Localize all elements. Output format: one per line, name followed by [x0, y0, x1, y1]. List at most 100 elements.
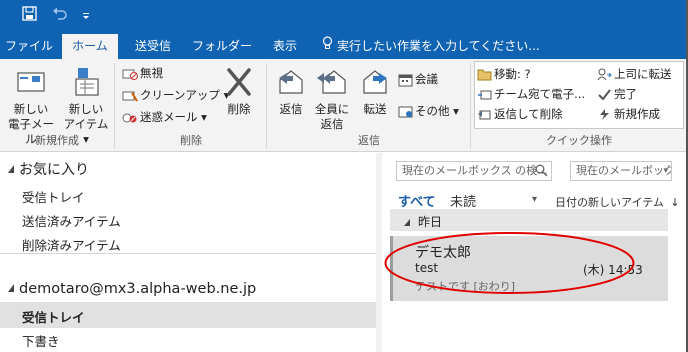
favorites-title: お気に入り	[19, 162, 89, 178]
cleanup-icon	[122, 88, 140, 102]
tell-me-placeholder: 実行したい作業を入力してください...	[337, 39, 540, 53]
quick-step-done[interactable]: 完了	[597, 86, 637, 102]
group-separator	[114, 63, 115, 149]
favorite-sent-items[interactable]: 送信済みアイテム	[22, 211, 121, 230]
chevron-down-icon: ▾	[663, 166, 668, 176]
quick-step-create-new-label: 新規作成	[614, 107, 660, 121]
group-label-new: 新規作成	[35, 134, 79, 147]
reply-all-button[interactable]: 全員に 返信	[310, 66, 354, 132]
search-placeholder: 現在のメールボックス の検...	[402, 164, 548, 177]
date-group-header[interactable]: 昨日	[390, 209, 668, 231]
tab-view[interactable]: 表示	[264, 34, 306, 59]
account-header[interactable]: demotaro@mx3.alpha-web.ne.jp	[8, 281, 256, 297]
sort-arrow-icon: ↓	[670, 196, 680, 209]
collapse-triangle-icon	[404, 216, 411, 230]
more-respond-icon	[398, 104, 415, 118]
junk-label: 迷惑メール ▾	[140, 110, 207, 124]
favorite-inbox[interactable]: 受信トレイ	[22, 187, 85, 206]
message-list: 現在のメールボックス の検... 現在のメールボックス ▾ すべて 未読 ▾ 日…	[384, 153, 688, 352]
forward-icon	[356, 66, 394, 102]
delete-label: 削除	[227, 102, 251, 116]
quick-step-reply-delete-label: 返信して削除	[494, 107, 563, 121]
reply-all-label-2: 返信	[320, 117, 344, 131]
meeting-button[interactable]: 会議	[398, 71, 438, 87]
new-email-label-1: 新しい	[13, 102, 49, 116]
quick-step-reply-delete[interactable]: 返信して削除	[477, 106, 563, 122]
tab-home[interactable]: ホーム	[62, 34, 118, 59]
save-icon[interactable]	[22, 6, 37, 25]
meeting-label: 会議	[415, 72, 438, 86]
folder-move-icon	[477, 67, 494, 81]
checkmark-icon	[597, 87, 614, 101]
filter-dropdown-icon[interactable]: ▾	[532, 194, 537, 205]
forward-button[interactable]: 転送	[356, 66, 394, 117]
highlight-ellipse	[384, 232, 635, 294]
tab-folder[interactable]: フォルダー	[189, 34, 255, 59]
quick-step-create-new[interactable]: 新規作成	[597, 106, 660, 122]
group-label-respond: 返信	[358, 134, 380, 147]
quick-step-team-email[interactable]: チーム宛て電子...	[477, 86, 585, 102]
tab-file[interactable]: ファイル	[4, 34, 54, 59]
title-bar	[0, 0, 688, 34]
delete-icon	[219, 66, 259, 102]
favorites-header[interactable]: お気に入り	[8, 159, 89, 179]
group-separator	[266, 63, 267, 149]
filter-all[interactable]: すべて	[398, 191, 436, 210]
lightbulb-icon	[322, 34, 333, 59]
quick-step-done-label: 完了	[614, 87, 637, 101]
junk-icon	[122, 110, 140, 124]
account-drafts[interactable]: 下書き	[22, 331, 60, 350]
divider	[0, 253, 376, 254]
lightning-icon	[597, 107, 614, 121]
group-label-quick-steps: クイック操作	[546, 134, 612, 147]
folder-pane-scrollbar[interactable]	[376, 153, 382, 352]
new-items-label-1: 新しい	[68, 102, 104, 116]
forward-label: 転送	[363, 102, 387, 116]
cleanup-button[interactable]: クリーンアップ ▾	[122, 87, 229, 103]
collapse-triangle-icon	[8, 162, 15, 178]
quick-step-team-email-label: チーム宛て電子...	[494, 87, 586, 101]
search-input[interactable]: 現在のメールボックス の検...	[396, 161, 552, 181]
delete-button[interactable]: 削除	[219, 66, 259, 117]
ignore-icon	[122, 66, 140, 80]
collapse-triangle-icon	[8, 281, 15, 297]
group-separator	[470, 63, 471, 149]
cleanup-label: クリーンアップ ▾	[140, 88, 230, 102]
calendar-icon	[398, 72, 415, 86]
tab-send-receive[interactable]: 送受信	[127, 34, 179, 59]
reply-all-icon	[310, 66, 354, 102]
reply-button[interactable]: 返信	[272, 66, 310, 117]
sort-dropdown[interactable]: 日付の新しいアイテム ↓	[555, 194, 680, 210]
mail-arrow-icon	[477, 87, 494, 101]
search-icon	[535, 164, 548, 180]
quick-step-move[interactable]: 移動: ?	[477, 66, 531, 82]
reply-delete-icon	[477, 107, 494, 121]
ribbon: 新しい 電子メール 新しい アイテム ▾ 新規作成 無視 クリーンアップ ▾ 迷…	[0, 59, 688, 152]
quick-step-move-label: 移動: ?	[494, 67, 531, 81]
ignore-button[interactable]: 無視	[122, 65, 163, 81]
search-scope-dropdown[interactable]: 現在のメールボックス ▾	[570, 161, 672, 181]
more-respond-button[interactable]: その他 ▾	[398, 103, 459, 119]
folder-pane: お気に入り 受信トレイ 送信済みアイテム 削除済みアイテム demotaro@m…	[0, 153, 390, 352]
filter-unread[interactable]: 未読	[450, 191, 476, 210]
reply-all-label-1: 全員に	[314, 102, 350, 116]
quick-step-to-manager-label: 上司に転送	[614, 67, 672, 81]
new-items-icon	[60, 66, 112, 102]
sort-label: 日付の新しいアイテム	[555, 196, 664, 209]
reply-label: 返信	[279, 102, 303, 116]
search-scope-value: 現在のメールボックス	[576, 164, 671, 177]
quick-steps-gallery: 移動: ? チーム宛て電子... 返信して削除 上司に転送 完了 新規作成	[474, 61, 684, 129]
ignore-label: 無視	[140, 66, 163, 80]
more-respond-label: その他 ▾	[415, 104, 459, 118]
junk-button[interactable]: 迷惑メール ▾	[122, 109, 207, 125]
account-inbox[interactable]: 受信トレイ	[22, 307, 85, 326]
person-forward-icon	[597, 67, 614, 81]
undo-icon[interactable]	[52, 5, 68, 25]
reply-icon	[272, 66, 310, 102]
account-name: demotaro@mx3.alpha-web.ne.jp	[19, 281, 257, 297]
favorite-deleted-items[interactable]: 削除済みアイテム	[22, 235, 121, 254]
chevron-down-icon[interactable]	[82, 10, 90, 25]
quick-step-to-manager[interactable]: 上司に転送	[597, 66, 672, 82]
tell-me-box[interactable]: 実行したい作業を入力してください...	[322, 34, 688, 59]
ribbon-tabs: ファイル ホーム 送受信 フォルダー 表示 実行したい作業を入力してください..…	[0, 34, 688, 59]
